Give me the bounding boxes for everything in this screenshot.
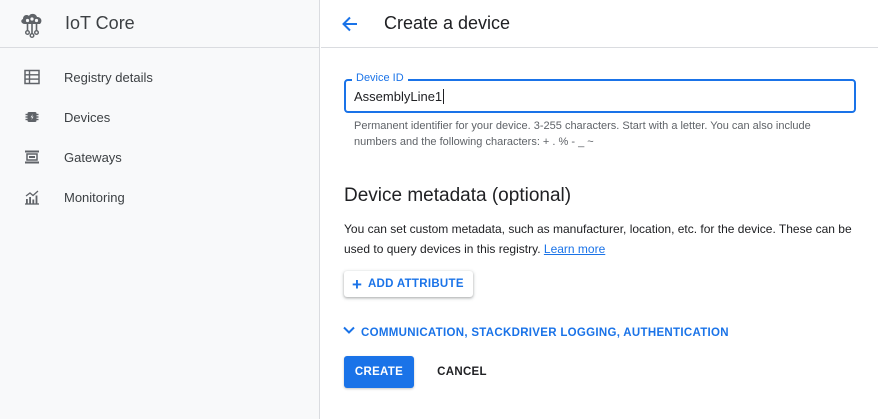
product-title: IoT Core (65, 13, 135, 33)
sidebar-header: IoT Core (0, 0, 319, 48)
add-attribute-button[interactable]: + ADD ATTRIBUTE (344, 271, 473, 297)
monitoring-chart-icon (23, 188, 41, 206)
gateway-icon (23, 148, 41, 166)
registry-icon (23, 68, 41, 86)
plus-icon: + (352, 274, 362, 294)
sidebar-nav: Registry details Devices Gateways Monito… (0, 48, 319, 217)
device-id-field[interactable]: Device ID (344, 72, 856, 113)
sidebar-item-devices[interactable]: Devices (0, 97, 319, 137)
sidebar: IoT Core Registry details Devices Gatewa… (0, 0, 320, 419)
sidebar-item-registry-details[interactable]: Registry details (0, 57, 319, 97)
page-title: Create a device (384, 13, 511, 33)
chevron-down-icon (341, 322, 357, 343)
sidebar-item-gateways[interactable]: Gateways (0, 137, 319, 177)
sidebar-item-label: Gateways (64, 149, 122, 165)
device-id-helper-text: Permanent identifier for your device. 3-… (354, 120, 811, 148)
device-chip-icon (23, 108, 41, 126)
arrow-back-icon[interactable] (338, 12, 362, 36)
advanced-options-expander[interactable]: COMMUNICATION, STACKDRIVER LOGGING, AUTH… (341, 322, 729, 343)
device-id-input[interactable] (354, 81, 844, 111)
learn-more-link[interactable]: Learn more (544, 242, 605, 256)
advanced-options-label: COMMUNICATION, STACKDRIVER LOGGING, AUTH… (361, 326, 729, 339)
sidebar-item-label: Devices (64, 109, 111, 125)
add-attribute-label: ADD ATTRIBUTE (367, 278, 464, 290)
sidebar-item-label: Monitoring (64, 189, 125, 205)
main-content: Create a device Device ID Permanent iden… (321, 0, 878, 419)
sidebar-item-label: Registry details (64, 69, 153, 85)
page-header: Create a device (321, 0, 878, 48)
metadata-description: You can set custom metadata, such as man… (344, 219, 859, 259)
metadata-section-title: Device metadata (optional) (344, 185, 572, 206)
sidebar-item-monitoring[interactable]: Monitoring (0, 177, 319, 217)
create-button[interactable]: CREATE (344, 356, 414, 388)
iot-core-icon[interactable] (16, 8, 48, 40)
text-cursor (443, 89, 444, 104)
cancel-button[interactable]: CANCEL (429, 356, 495, 388)
